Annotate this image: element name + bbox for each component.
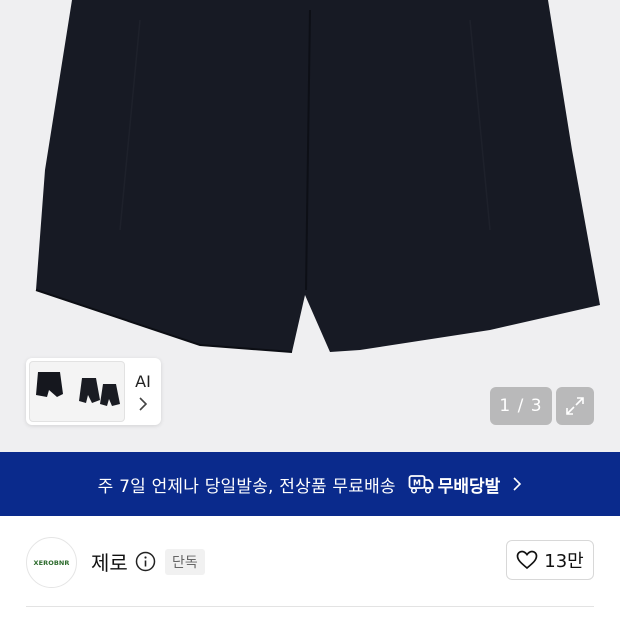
like-button[interactable]: 13만: [506, 540, 594, 580]
brand-name[interactable]: 제로: [91, 547, 128, 576]
chevron-right-icon: [513, 477, 522, 491]
info-icon[interactable]: [135, 551, 156, 572]
ai-label: AI: [135, 371, 151, 391]
svg-text:M: M: [413, 479, 421, 488]
chevron-right-icon: [139, 396, 148, 411]
expand-icon: [566, 397, 584, 415]
exclusive-badge: 단독: [165, 549, 205, 575]
badge-text: 무배당발: [437, 476, 501, 497]
expand-button[interactable]: [556, 387, 594, 425]
thumbnail-card[interactable]: AI: [26, 358, 161, 425]
like-count: 13만: [544, 551, 584, 572]
divider: [26, 606, 594, 607]
free-shipping-banner[interactable]: 주 7일 언제나 당일발송, 전상품 무료배송 M 무배당발: [0, 452, 620, 516]
banner-text: 주 7일 언제나 당일발송, 전상품 무료배송: [97, 476, 396, 497]
brand-row: XEROBNR 제로 단독 13만: [0, 516, 620, 606]
delivery-badge: M 무배당발: [408, 472, 501, 497]
image-counter: 1 / 3: [490, 387, 552, 425]
delivery-truck-icon: M: [408, 475, 434, 494]
brand-logo-text: XEROBNR: [33, 558, 70, 567]
brand-logo[interactable]: XEROBNR: [26, 537, 77, 588]
product-detail-page: AI 1 / 3 주 7일 언제나 당일발송, 전상품 무료배송 M 무배당발 …: [0, 0, 620, 620]
heart-icon: [516, 550, 538, 570]
thumbnail-image: [29, 361, 125, 422]
product-image-gallery[interactable]: AI 1 / 3: [0, 0, 620, 452]
